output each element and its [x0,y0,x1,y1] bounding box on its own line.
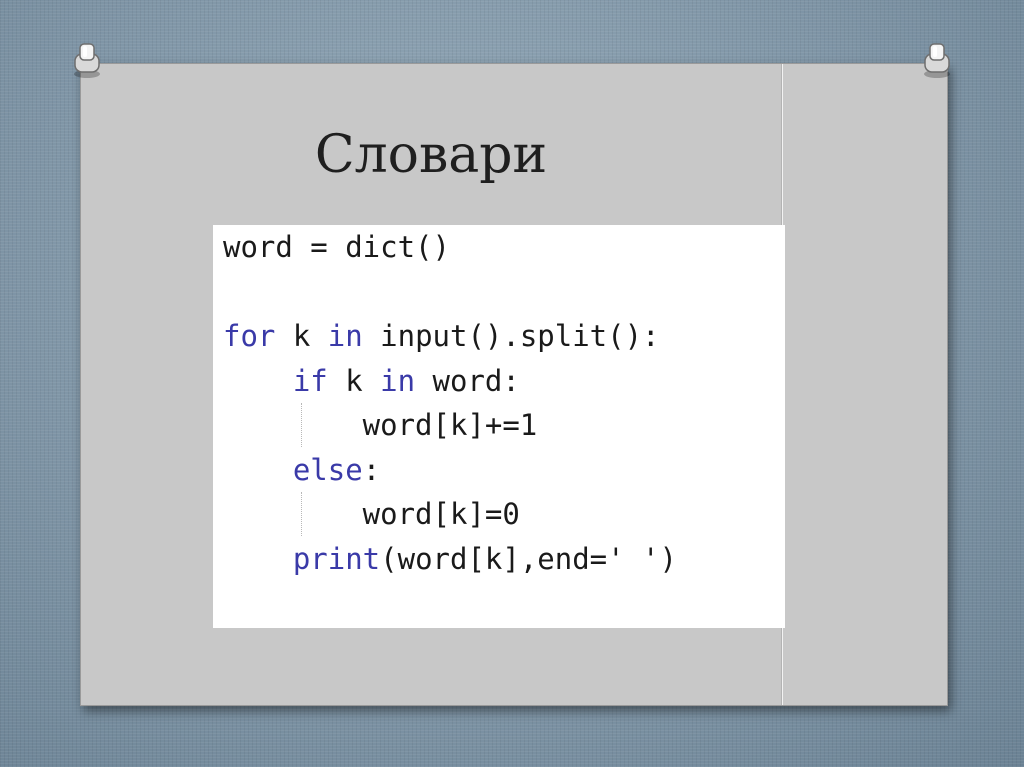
slide-title: Словари [314,125,548,185]
code-text: (word[k],end=' ') [380,541,677,576]
code-keyword: for [223,319,276,353]
code-keyword: else [292,452,363,487]
right-pushpin-icon [924,43,950,78]
left-pushpin-icon [74,43,100,78]
code-text: word: [415,363,520,398]
code-line: word[k]+=1 [223,403,677,448]
code-text: word = dict() [223,230,450,264]
code-line: word[k]=0 [223,492,677,537]
code-line: else: [223,448,677,493]
code-text: input().split(): [362,319,660,353]
code-line: if k in word: [223,359,677,404]
code-line: print(word[k],end=' ') [223,537,677,582]
code-line: for k in input().split(): [223,314,677,359]
code-block: word = dict() for k in input().split(): i… [223,225,677,581]
code-snippet-panel: word = dict() for k in input().split(): i… [213,225,785,628]
code-text: word[k]+=1 [223,408,538,442]
code-keyword: if [292,363,328,398]
code-text: k [327,363,381,398]
code-keyword: in [327,319,363,353]
code-line: word = dict() [223,225,677,270]
code-text: word[k]=0 [223,497,520,531]
code-keyword: in [380,363,416,398]
code-builtin: print [292,541,381,576]
code-text: : [362,452,381,487]
code-text: k [275,319,328,353]
